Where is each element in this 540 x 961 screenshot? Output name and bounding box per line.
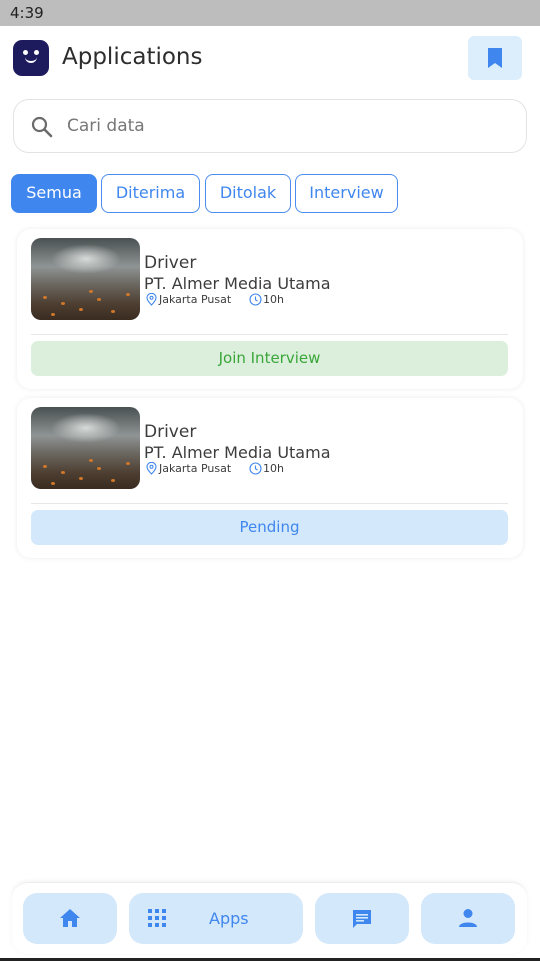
job-title: Driver bbox=[144, 422, 197, 442]
filter-tab-semua[interactable]: Semua bbox=[11, 174, 97, 213]
filter-tab-ditolak[interactable]: Ditolak bbox=[205, 174, 291, 213]
join-interview-button[interactable]: Join Interview bbox=[31, 341, 508, 376]
pending-status-button[interactable]: Pending bbox=[31, 510, 508, 545]
status-time: 4:39 bbox=[10, 4, 44, 22]
company-name: PT. Almer Media Utama bbox=[144, 443, 331, 462]
clock-icon bbox=[249, 462, 262, 475]
nav-profile-button[interactable] bbox=[421, 893, 515, 944]
card-divider bbox=[31, 334, 508, 335]
home-icon bbox=[60, 909, 80, 927]
nav-apps-button[interactable]: Apps bbox=[129, 893, 303, 944]
bottom-navigation: Apps bbox=[12, 882, 527, 954]
bookmark-icon bbox=[488, 48, 502, 68]
application-card[interactable]: Driver PT. Almer Media Utama Jakarta Pus… bbox=[17, 398, 523, 558]
filter-tab-interview[interactable]: Interview bbox=[295, 174, 398, 213]
job-title: Driver bbox=[144, 253, 197, 273]
nav-chat-button[interactable] bbox=[315, 893, 409, 944]
nav-home-button[interactable] bbox=[23, 893, 117, 944]
smiley-face-logo-icon bbox=[13, 40, 49, 76]
search-bar[interactable] bbox=[13, 99, 527, 153]
company-name: PT. Almer Media Utama bbox=[144, 274, 331, 293]
nav-apps-label: Apps bbox=[209, 909, 249, 928]
job-thumbnail bbox=[31, 407, 140, 489]
location-pin-icon bbox=[146, 293, 157, 306]
bookmark-button[interactable] bbox=[468, 36, 522, 80]
card-divider bbox=[31, 503, 508, 504]
apps-grid-icon bbox=[148, 909, 166, 927]
search-icon bbox=[31, 116, 53, 138]
clock-icon bbox=[249, 293, 262, 306]
status-bar: 4:39 bbox=[0, 0, 540, 26]
app-header: Applications bbox=[0, 26, 540, 92]
job-posted-time: 10h bbox=[263, 293, 284, 306]
job-location: Jakarta Pusat bbox=[159, 462, 232, 475]
location-pin-icon bbox=[146, 462, 157, 475]
job-thumbnail bbox=[31, 238, 140, 320]
application-card[interactable]: Driver PT. Almer Media Utama Jakarta Pus… bbox=[17, 229, 523, 389]
page-title: Applications bbox=[62, 44, 203, 70]
job-posted-time: 10h bbox=[263, 462, 284, 475]
chat-icon bbox=[353, 910, 371, 928]
profile-icon bbox=[459, 909, 477, 927]
search-input[interactable] bbox=[67, 114, 497, 138]
job-location: Jakarta Pusat bbox=[159, 293, 232, 306]
filter-tab-diterima[interactable]: Diterima bbox=[101, 174, 200, 213]
